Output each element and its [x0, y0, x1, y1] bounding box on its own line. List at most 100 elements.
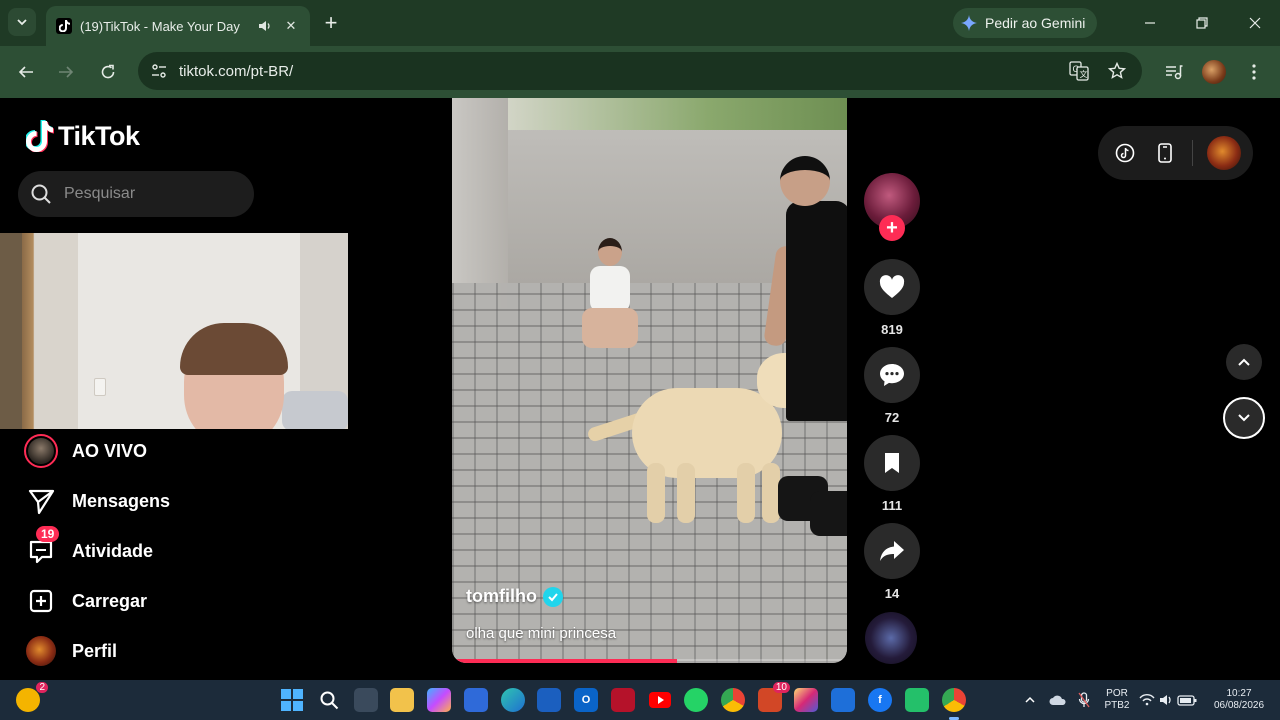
- onedrive-icon[interactable]: [1048, 688, 1068, 712]
- copilot-icon[interactable]: [427, 688, 451, 712]
- address-bar[interactable]: tiktok.com/pt-BR/ G文: [138, 52, 1142, 90]
- arrow-right-icon: [59, 66, 74, 78]
- speaker-icon[interactable]: [256, 17, 274, 35]
- search-input[interactable]: [64, 185, 234, 203]
- media-control-icon[interactable]: [1162, 60, 1186, 84]
- comment-icon: [880, 364, 904, 386]
- share-arrow-icon: [880, 541, 904, 561]
- sidebar-item-messages[interactable]: Mensagens: [24, 484, 170, 518]
- instagram-icon[interactable]: [794, 688, 818, 712]
- tray-overflow-icon[interactable]: [1021, 688, 1039, 712]
- taskbar-search-icon[interactable]: [317, 688, 341, 712]
- start-button[interactable]: [280, 688, 304, 712]
- office-badge: 10: [772, 682, 790, 693]
- like-button[interactable]: [864, 259, 920, 315]
- save-count: 111: [881, 498, 903, 513]
- arrow-left-icon: [18, 66, 33, 78]
- sidebar-item-label: AO VIVO: [72, 440, 148, 461]
- video-progress-bar[interactable]: [452, 659, 847, 663]
- new-tab-button[interactable]: +: [318, 10, 344, 36]
- whatsapp-icon[interactable]: [684, 688, 708, 712]
- sidebar-item-profile[interactable]: Perfil: [24, 634, 117, 668]
- browser-titlebar: (19)TikTok - Make Your Day ✕ + Pedir ao …: [0, 0, 1280, 46]
- sidebar-item-label: Carregar: [72, 590, 148, 611]
- windows-logo-icon: [281, 689, 303, 711]
- sidebar-item-label: Perfil: [72, 640, 118, 661]
- facebook-icon[interactable]: f: [868, 688, 892, 712]
- game-app-icon[interactable]: [905, 688, 929, 712]
- sidebar-item-activity[interactable]: 19 Atividade: [24, 526, 153, 568]
- youtube-icon[interactable]: [648, 688, 672, 712]
- clock-time: 10:27: [1226, 688, 1252, 699]
- minimize-icon: [1145, 22, 1155, 24]
- sidebar-item-live[interactable]: AO VIVO: [24, 434, 147, 468]
- tiktok-coin-icon[interactable]: [1110, 138, 1140, 168]
- gemini-label: Pedir ao Gemini: [985, 15, 1086, 31]
- save-button[interactable]: [864, 435, 920, 491]
- task-view-icon[interactable]: [354, 688, 378, 712]
- mobile-app-icon[interactable]: [1150, 138, 1180, 168]
- close-tab-icon[interactable]: ✕: [282, 17, 300, 35]
- windows-taskbar: 2 O 10 f POR PTB2 10:27 06/08/2026: [0, 680, 1280, 720]
- tiktok-logo[interactable]: TikTok: [26, 120, 140, 152]
- tab-search-button[interactable]: [8, 8, 36, 36]
- search-box[interactable]: [18, 171, 254, 217]
- chevron-down-icon: [17, 19, 27, 26]
- video-girl: [582, 238, 638, 348]
- vscode-like-icon[interactable]: [537, 688, 561, 712]
- network-sound-battery-icons[interactable]: [1138, 688, 1198, 712]
- outlook-icon[interactable]: O: [574, 688, 598, 712]
- mcafee-icon[interactable]: [611, 688, 635, 712]
- video-progress-fill: [452, 659, 678, 663]
- share-button[interactable]: [864, 523, 920, 579]
- forward-button[interactable]: [52, 58, 80, 86]
- search-icon: [31, 184, 51, 204]
- site-info-icon[interactable]: [148, 60, 170, 82]
- like-count: 819: [881, 322, 903, 337]
- minimize-button[interactable]: [1128, 8, 1172, 38]
- widgets-icon[interactable]: 2: [16, 682, 48, 712]
- more-menu-icon[interactable]: [1242, 60, 1266, 84]
- microphone-icon[interactable]: [1074, 688, 1094, 712]
- previous-video-button[interactable]: [1226, 344, 1262, 380]
- chrome-profile-icon[interactable]: [942, 688, 966, 712]
- browser-tab-tiktok[interactable]: (19)TikTok - Make Your Day ✕: [46, 6, 310, 46]
- edge-icon[interactable]: [501, 688, 525, 712]
- sidebar-item-label: Mensagens: [72, 490, 171, 511]
- comment-count: 72: [884, 410, 900, 425]
- next-video-button[interactable]: [1223, 397, 1265, 439]
- tiktok-logo-text: TikTok: [58, 120, 140, 151]
- browser-profile-avatar[interactable]: [1202, 60, 1226, 84]
- tiktok-page: TikTok AO VIVO Mensagens 19 Atividade Ca…: [0, 98, 1280, 680]
- bookmark-icon: [885, 453, 899, 473]
- video-caption: olha que mini princesa: [466, 625, 617, 642]
- sidebar-item-upload[interactable]: Carregar: [24, 584, 147, 618]
- close-window-button[interactable]: [1233, 8, 1277, 38]
- activity-badge: 19: [36, 526, 60, 542]
- reload-button[interactable]: [94, 58, 122, 86]
- follow-plus-icon[interactable]: +: [879, 215, 905, 241]
- chrome-icon[interactable]: [721, 688, 745, 712]
- bookmark-star-icon[interactable]: [1106, 60, 1128, 82]
- file-explorer-icon[interactable]: [390, 688, 414, 712]
- restore-button[interactable]: [1180, 8, 1224, 38]
- language-indicator[interactable]: POR PTB2: [1102, 688, 1132, 712]
- browser-toolbar: tiktok.com/pt-BR/ G文: [0, 46, 1280, 98]
- store-icon[interactable]: [464, 688, 488, 712]
- url-text: tiktok.com/pt-BR/: [179, 62, 294, 80]
- svg-text:文: 文: [1080, 69, 1088, 79]
- office-icon[interactable]: 10: [758, 682, 790, 712]
- video-username[interactable]: tomfilho: [466, 586, 563, 607]
- video-player[interactable]: tomfilho olha que mini princesa: [452, 98, 847, 663]
- back-button[interactable]: [12, 58, 40, 86]
- mail-icon[interactable]: [831, 688, 855, 712]
- share-count: 14: [884, 586, 900, 601]
- clock[interactable]: 10:27 06/08/2026: [1206, 688, 1272, 712]
- comment-button[interactable]: [864, 347, 920, 403]
- video-man: [763, 146, 847, 546]
- gemini-button[interactable]: Pedir ao Gemini: [953, 8, 1098, 38]
- music-disc[interactable]: [865, 612, 917, 664]
- webcam-overlay: [0, 233, 348, 429]
- translate-icon[interactable]: G文: [1068, 60, 1090, 82]
- user-avatar[interactable]: [1207, 136, 1241, 170]
